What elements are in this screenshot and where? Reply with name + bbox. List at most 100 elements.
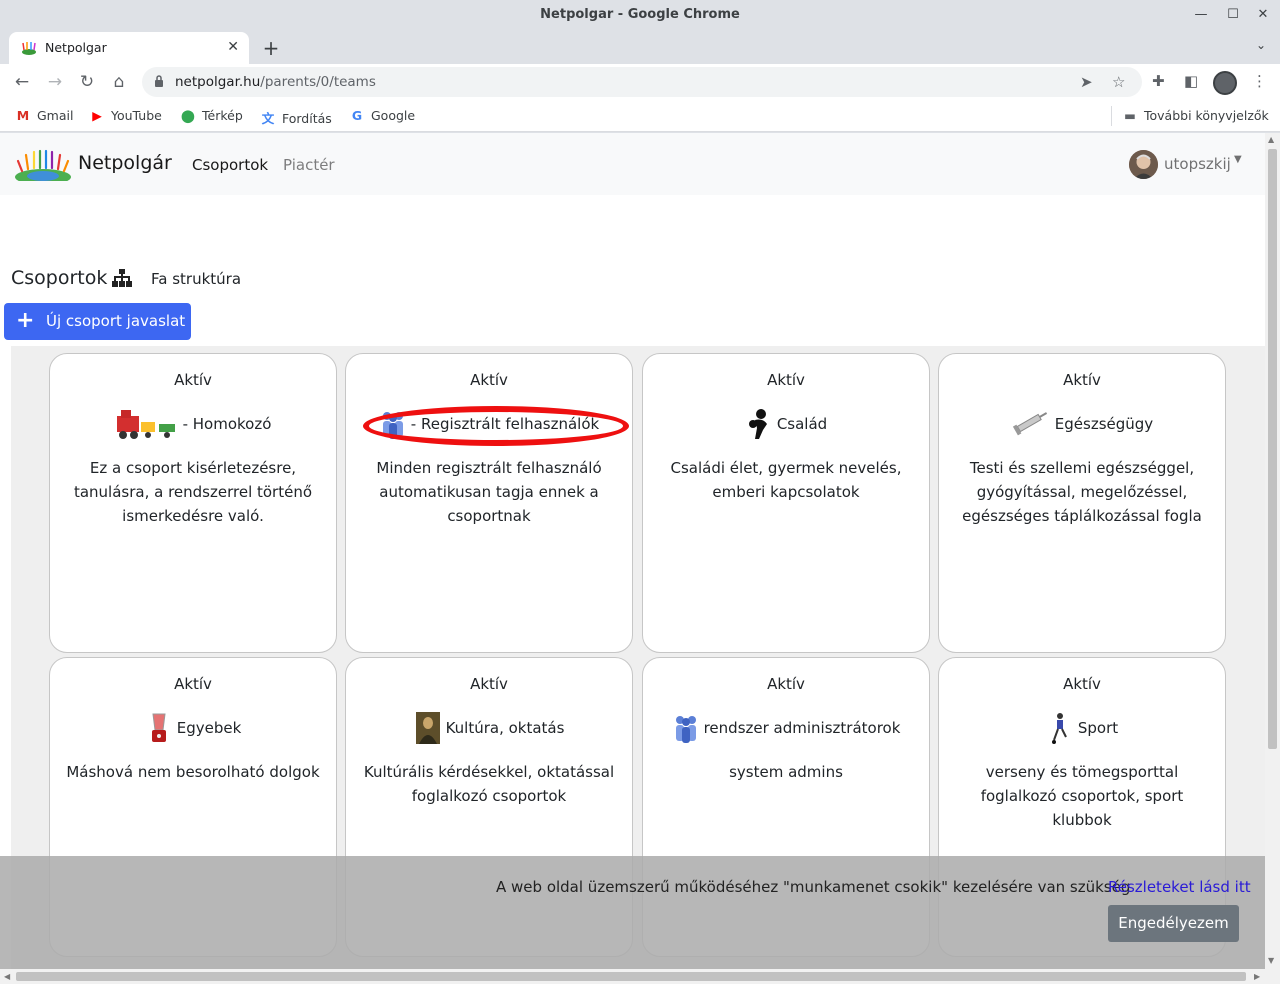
plus-icon: + — [16, 308, 35, 333]
card-status: Aktív — [1063, 371, 1101, 389]
card-title: Család — [776, 415, 828, 433]
card-description: Családi élet, gyermek nevelés, emberi ka… — [670, 459, 902, 501]
user-avatar[interactable] — [1129, 150, 1158, 179]
bookmarks-separator — [1111, 106, 1112, 126]
nav-link-piacter[interactable]: Piactér — [283, 156, 335, 174]
card-title-row[interactable]: rendszer adminisztrátorok — [643, 710, 929, 746]
window-title: Netpolgar - Google Chrome — [540, 7, 740, 22]
card-description: verseny és tömegsporttal foglalkozó csop… — [980, 763, 1184, 829]
horizontal-scrollbar[interactable]: ◀ ▶ — [0, 969, 1280, 984]
chrome-menu-icon[interactable]: ⋮ — [1252, 72, 1267, 90]
caret-down-icon[interactable]: ▼ — [1234, 154, 1242, 165]
browser-tab[interactable]: Netpolgar ✕ — [9, 32, 249, 64]
bookmark-maps[interactable]: ⬤ Térkép — [180, 108, 243, 123]
card-status: Aktív — [174, 371, 212, 389]
cookie-message: A web oldal üzemszerű működéséhez "munka… — [496, 878, 1131, 896]
card-title-row[interactable]: - Homokozó — [50, 406, 336, 442]
netpolgar-logo-icon[interactable] — [14, 149, 72, 181]
browser-toolbar: ← → ↻ ⌂ netpolgar.hu/parents/0/teams ➤ ☆… — [0, 64, 1280, 100]
card-title-row[interactable]: Egészségügy — [939, 406, 1225, 442]
bookmark-youtube[interactable]: ▶ YouTube — [89, 108, 162, 123]
close-window-icon[interactable]: ✕ — [1254, 6, 1272, 24]
minimize-icon[interactable]: — — [1192, 6, 1210, 24]
send-to-device-icon[interactable]: ➤ — [1080, 73, 1093, 91]
bookmark-gmail[interactable]: M Gmail — [15, 108, 74, 123]
family-icon — [745, 408, 773, 440]
vertical-scroll-thumb[interactable] — [1268, 149, 1277, 749]
site-navbar: Netpolgár Csoportok Piactér utopszkij ▼ — [0, 133, 1265, 195]
card-status: Aktív — [174, 675, 212, 693]
scroll-left-arrow-icon[interactable]: ◀ — [4, 972, 10, 981]
card-description: Minden regisztrált felhasználó automatik… — [376, 459, 602, 525]
forward-icon[interactable]: → — [44, 71, 66, 93]
card-status: Aktív — [1063, 675, 1101, 693]
window-titlebar: Netpolgar - Google Chrome — ☐ ✕ — [0, 0, 1280, 30]
reload-icon[interactable]: ↻ — [76, 71, 98, 93]
card-description: system admins — [729, 763, 843, 781]
scroll-right-arrow-icon[interactable]: ▶ — [1254, 972, 1260, 981]
brand-name[interactable]: Netpolgár — [78, 152, 172, 174]
tab-close-icon[interactable]: ✕ — [227, 39, 239, 55]
scroll-down-arrow-icon[interactable]: ▼ — [1268, 956, 1274, 965]
home-icon[interactable]: ⌂ — [108, 71, 130, 93]
card-status: Aktív — [470, 675, 508, 693]
card-title-row[interactable]: Sport — [939, 710, 1225, 746]
new-group-proposal-button[interactable]: + Új csoport javaslat — [4, 303, 191, 340]
bookmarks-bar: M Gmail ▶ YouTube ⬤ Térkép 文 Fordítás G Googl… — [0, 100, 1280, 132]
card-status: Aktív — [767, 675, 805, 693]
admins-group-icon — [672, 712, 700, 744]
tab-title: Netpolgar — [45, 40, 107, 55]
profile-avatar-icon[interactable] — [1213, 71, 1237, 95]
card-status: Aktív — [767, 371, 805, 389]
card-description: Testi és szellemi egészséggel, gyógyítás… — [962, 459, 1202, 525]
scroll-up-arrow-icon[interactable]: ▲ — [1268, 135, 1274, 144]
gmail-icon: M — [16, 108, 30, 123]
card-title: rendszer adminisztrátorok — [703, 719, 901, 737]
user-photo-icon — [1129, 150, 1158, 179]
user-menu-name[interactable]: utopszkij — [1164, 155, 1231, 173]
card-title: Egyebek — [176, 719, 242, 737]
card-title: Kultúra, oktatás — [445, 719, 565, 737]
mona-lisa-icon — [414, 712, 442, 744]
netpolgar-favicon-icon — [22, 42, 36, 55]
extensions-puzzle-icon[interactable]: ✚ — [1152, 72, 1165, 90]
card-description: Kultúrális kérdésekkel, oktatással fogla… — [363, 763, 615, 805]
card-status: Aktív — [470, 371, 508, 389]
sitemap-icon[interactable] — [112, 269, 132, 287]
group-card[interactable]: Aktív - Regisztrált felhasználók Minden re… — [345, 353, 633, 653]
new-group-button-label: Új csoport javaslat — [46, 312, 186, 330]
card-title: Egészségügy — [1054, 415, 1154, 433]
card-title-row[interactable]: Kultúra, oktatás — [346, 710, 632, 746]
google-icon: G — [351, 108, 363, 123]
bookmark-translate[interactable]: 文 Fordítás — [260, 108, 332, 127]
side-panel-icon[interactable]: ◧ — [1184, 72, 1198, 90]
folder-icon: ▬ — [1124, 108, 1136, 123]
blender-icon — [145, 712, 173, 744]
maximize-icon[interactable]: ☐ — [1224, 6, 1242, 24]
cookie-details-link[interactable]: Részleteket lásd itt — [1108, 878, 1251, 896]
vertical-scrollbar[interactable]: ▲ ▼ — [1265, 133, 1280, 969]
bookmark-star-icon[interactable]: ☆ — [1112, 73, 1125, 91]
url-text: netpolgar.hu/parents/0/teams — [175, 74, 376, 90]
translate-icon: 文 — [261, 111, 275, 126]
card-description: Ez a csoport kisérletezésre, tanulásra, … — [73, 459, 313, 525]
bookmark-google[interactable]: G Google — [349, 108, 415, 123]
group-card[interactable]: Aktív Család Családi élet, gyermek nevelés… — [642, 353, 930, 653]
group-card[interactable]: Aktív Egészségügy Testi és szellemi egészs… — [938, 353, 1226, 653]
toy-train-icon — [115, 408, 179, 440]
group-card[interactable]: Aktív - Homokozó Ez a csoport kisérletezés… — [49, 353, 337, 653]
horizontal-scroll-thumb[interactable] — [16, 972, 1246, 981]
cookie-accept-button[interactable]: Engedélyezem — [1108, 905, 1239, 942]
tab-search-chevron-icon[interactable]: ⌄ — [1256, 38, 1266, 52]
nav-link-csoportok[interactable]: Csoportok — [192, 156, 268, 174]
card-title-row[interactable]: Család — [643, 406, 929, 442]
page-title: Csoportok — [11, 267, 108, 289]
new-tab-icon[interactable]: + — [260, 36, 282, 60]
card-title-row[interactable]: Egyebek — [50, 710, 336, 746]
tree-structure-link[interactable]: Fa struktúra — [151, 270, 241, 288]
football-player-icon — [1046, 712, 1074, 744]
back-icon[interactable]: ← — [11, 71, 33, 93]
address-bar[interactable]: netpolgar.hu/parents/0/teams ➤ ☆ — [142, 67, 1142, 97]
other-bookmarks-folder[interactable]: ▬ További könyvjelzők — [1122, 108, 1269, 123]
card-title: Sport — [1077, 719, 1119, 737]
